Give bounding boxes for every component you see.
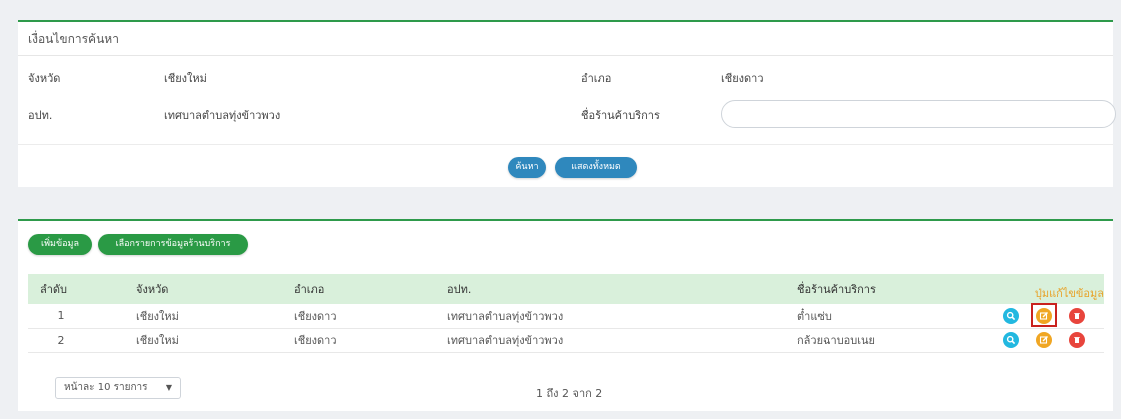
- district-value[interactable]: เชียงดาว: [721, 69, 764, 87]
- local-org-label: อปท.: [28, 109, 53, 122]
- edit-icon: [1039, 336, 1048, 344]
- row-actions: [995, 328, 1104, 353]
- page-size-value: หน้าละ 10 รายการ: [64, 382, 148, 393]
- view-button[interactable]: [1003, 307, 1019, 324]
- column-header-province[interactable]: จังหวัด: [124, 274, 282, 304]
- local-org-value[interactable]: เทศบาลตำบลทุ่งข้าวพวง: [164, 106, 280, 124]
- search-icon: [1006, 311, 1016, 320]
- pagination-info: 1 ถึง 2 จาก 2: [536, 387, 603, 400]
- row-province: เชียงใหม่: [124, 328, 282, 353]
- delete-button[interactable]: [1069, 332, 1085, 348]
- row-district: เชียงดาว: [282, 328, 435, 353]
- results-table: ลำดับ จังหวัด อำเภอ อปท. ชื่อร้านค้าบริก…: [28, 274, 1104, 353]
- chevron-down-icon: ▼: [165, 383, 172, 392]
- column-header-no[interactable]: ลำดับ: [28, 274, 124, 304]
- edit-icon: [1039, 311, 1048, 320]
- add-data-button[interactable]: เพิ่มข้อมูล: [28, 234, 92, 255]
- select-shop-list-button[interactable]: เลือกรายการข้อมูลร้านบริการ: [98, 234, 248, 255]
- result-panel: เพิ่มข้อมูล เลือกรายการข้อมูลร้านบริการ …: [18, 219, 1113, 411]
- edit-button-annotation: ปุ่มแก้ไขข้อมูล: [1034, 287, 1104, 300]
- province-value[interactable]: เชียงใหม่: [164, 69, 207, 87]
- district-label: อำเภอ: [581, 72, 612, 85]
- search-button[interactable]: ค้นหา: [508, 157, 546, 178]
- trash-icon: [1074, 337, 1080, 343]
- shop-name-input[interactable]: [721, 100, 1116, 128]
- column-header-actions: ปุ่มแก้ไขข้อมูล: [995, 274, 1104, 304]
- row-province: เชียงใหม่: [124, 304, 282, 329]
- shop-name-label: ชื่อร้านค้าบริการ: [581, 109, 660, 122]
- search-icon: [1006, 335, 1016, 345]
- row-shop-name: ต๋ำแซ่บ: [785, 304, 995, 329]
- search-panel-title: เงื่อนไขการค้นหา: [18, 22, 1113, 56]
- search-panel: เงื่อนไขการค้นหา จังหวัด เชียงใหม่ อำเภอ…: [18, 20, 1116, 187]
- edit-button[interactable]: [1036, 307, 1052, 324]
- column-header-district[interactable]: อำเภอ: [282, 274, 435, 304]
- column-header-org[interactable]: อปท.: [435, 274, 785, 304]
- column-header-shop-name[interactable]: ชื่อร้านค้าบริการ: [785, 274, 995, 304]
- page-size-select[interactable]: หน้าละ 10 รายการ ▼: [55, 377, 181, 399]
- row-org: เทศบาลตำบลทุ่งข้าวพวง: [435, 328, 785, 353]
- row-shop-name: กล้วยฉาบอบเนย: [785, 328, 995, 353]
- row-no: 2: [28, 328, 124, 353]
- show-all-button[interactable]: แสดงทั้งหมด: [555, 157, 637, 178]
- delete-button[interactable]: [1069, 307, 1085, 324]
- row-no: 1: [28, 304, 124, 329]
- row-org: เทศบาลตำบลทุ่งข้าวพวง: [435, 304, 785, 329]
- table-header-row: ลำดับ จังหวัด อำเภอ อปท. ชื่อร้านค้าบริก…: [28, 274, 1104, 304]
- table-row: 1 เชียงใหม่ เชียงดาว เทศบาลตำบลทุ่งข้าวพ…: [28, 303, 1104, 329]
- province-label: จังหวัด: [28, 72, 61, 85]
- table-row: 2 เชียงใหม่ เชียงดาว เทศบาลตำบลทุ่งข้าวพ…: [28, 328, 1104, 353]
- row-actions: [995, 303, 1104, 329]
- view-button[interactable]: [1003, 332, 1019, 348]
- search-divider: [18, 144, 1113, 145]
- row-district: เชียงดาว: [282, 304, 435, 329]
- trash-icon: [1074, 312, 1080, 319]
- edit-button[interactable]: [1036, 332, 1052, 348]
